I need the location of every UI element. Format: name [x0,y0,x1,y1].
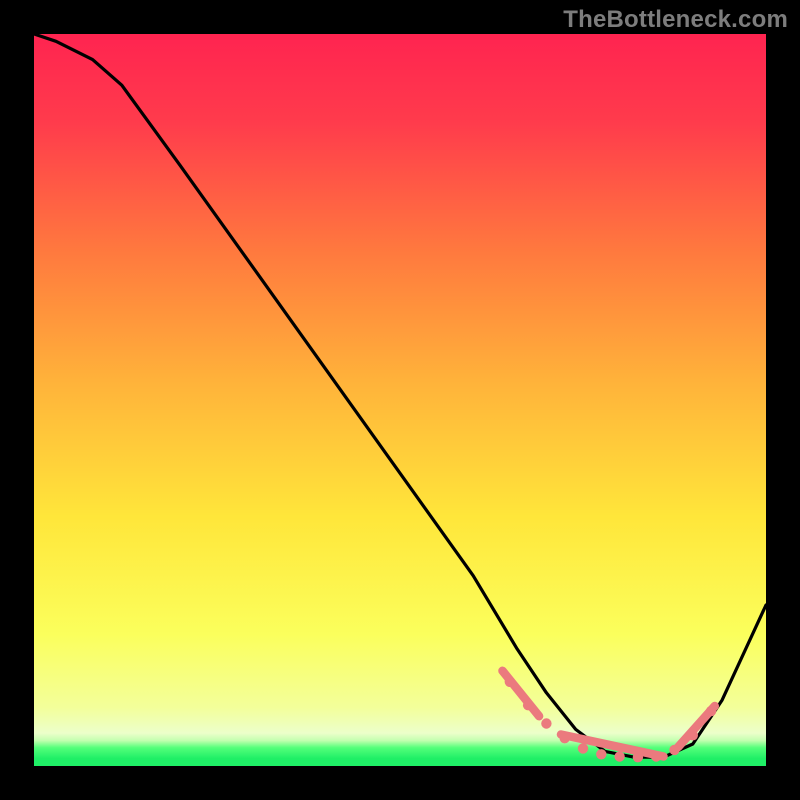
watermark-text: TheBottleneck.com [563,6,788,34]
chart-plot-area [34,34,766,766]
chart-svg [34,34,766,766]
gradient-background [34,34,766,766]
